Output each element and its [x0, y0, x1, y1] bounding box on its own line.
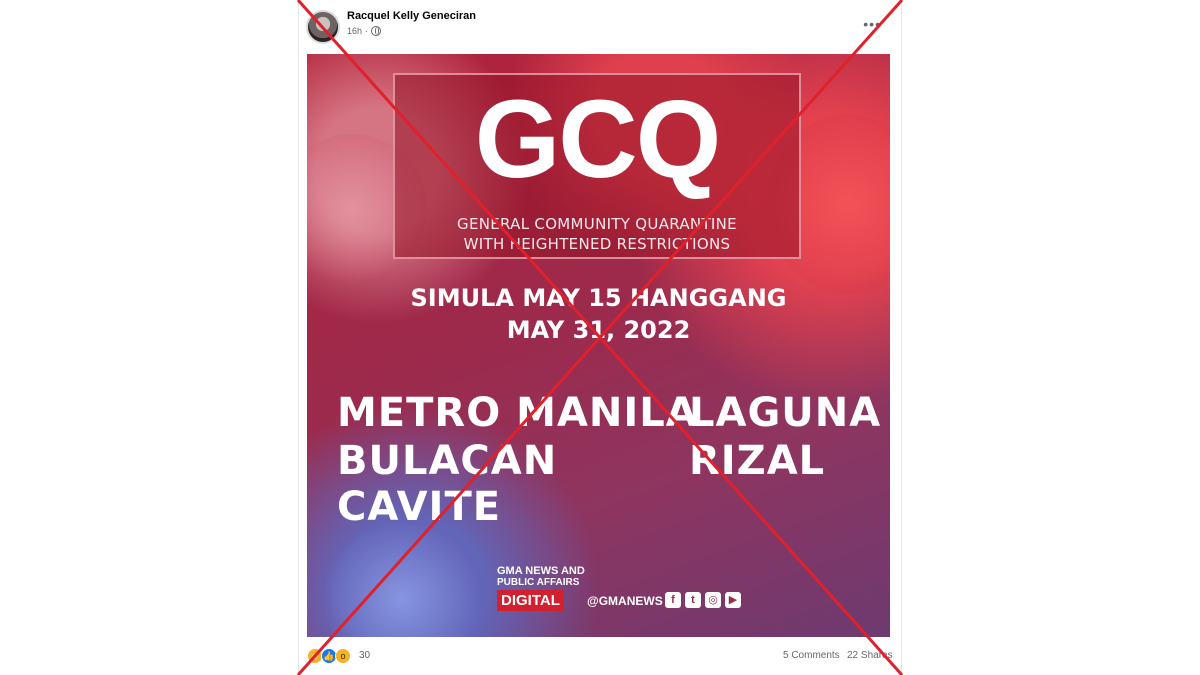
- post-image[interactable]: GCQ GENERAL COMMUNITY QUARANTINE WITH HE…: [307, 54, 890, 637]
- place-rizal: RIZAL: [689, 438, 826, 484]
- post-time[interactable]: 16h: [347, 26, 362, 36]
- date-line-1: SIMULA MAY 15 HANGGANG: [410, 284, 787, 312]
- social-handle: @GMANEWS: [587, 594, 663, 608]
- globe-icon: [371, 26, 382, 36]
- youtube-icon: ▶: [725, 592, 741, 608]
- subtitle-line-2: WITH HEIGHTENED RESTRICTIONS: [463, 235, 731, 253]
- reaction-count[interactable]: 30: [359, 650, 370, 661]
- social-icons: f t ◎ ▶: [665, 592, 741, 608]
- wow-reaction-icon[interactable]: o: [335, 648, 351, 664]
- gcq-title: GCQ: [474, 78, 722, 201]
- facebook-icon: f: [665, 592, 681, 608]
- dot-separator: ·: [365, 26, 369, 36]
- gma-brand: GMA NEWS AND PUBLIC AFFAIRS DIGITAL @GMA…: [497, 562, 757, 614]
- place-bulacan: BULACAN: [337, 438, 558, 484]
- subtitle-line-1: GENERAL COMMUNITY QUARANTINE: [457, 215, 737, 233]
- gma-logo: GMA NEWS AND: [497, 565, 585, 577]
- place-laguna: LAGUNA: [689, 390, 882, 436]
- shares-link[interactable]: 22 Shares: [847, 650, 893, 661]
- virus-graphic: [317, 524, 487, 637]
- digital-badge: DIGITAL: [497, 590, 564, 611]
- date-line-2: MAY 31, 2022: [506, 316, 691, 344]
- place-metro-manila: METRO MANILA: [337, 390, 698, 436]
- avatar[interactable]: [306, 10, 340, 44]
- instagram-icon: ◎: [705, 592, 721, 608]
- twitter-icon: t: [685, 592, 701, 608]
- facebook-post: Racquel Kelly Geneciran 16h · ••• GCQ GE…: [298, 0, 902, 675]
- post-header: Racquel Kelly Geneciran 16h · •••: [299, 0, 903, 52]
- title-box: GCQ GENERAL COMMUNITY QUARANTINE WITH HE…: [393, 73, 801, 259]
- place-cavite: CAVITE: [337, 484, 502, 530]
- comments-link[interactable]: 5 Comments: [783, 650, 840, 661]
- reactions-bar: ☺ 👍 o 30 5 Comments 22 Shares: [299, 640, 903, 674]
- author-name[interactable]: Racquel Kelly Geneciran: [347, 10, 476, 22]
- gma-logo-sub: PUBLIC AFFAIRS: [497, 577, 580, 588]
- more-options-icon[interactable]: •••: [863, 16, 881, 32]
- post-meta: 16h ·: [347, 26, 382, 36]
